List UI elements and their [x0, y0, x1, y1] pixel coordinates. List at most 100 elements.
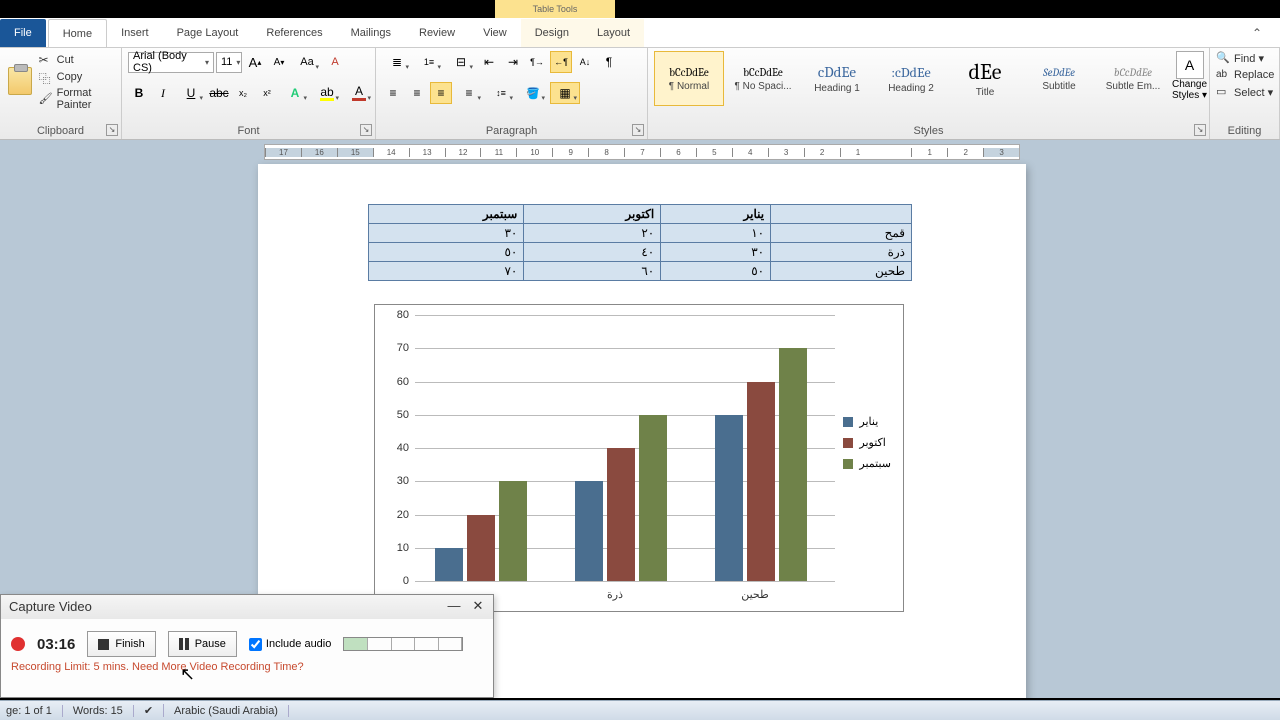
copy-icon [39, 70, 53, 84]
bar-ذرة-سبتمبر[interactable] [639, 415, 667, 581]
style-item-5[interactable]: SeDdEeSubtitle [1024, 51, 1094, 106]
tab-review[interactable]: Review [405, 19, 469, 47]
status-language[interactable]: Arabic (Saudi Arabia) [174, 705, 289, 717]
numbering-button[interactable] [414, 51, 444, 73]
rtl-button[interactable] [550, 51, 572, 73]
replace-button[interactable]: Replace [1216, 68, 1274, 82]
text-effects-button[interactable]: A [280, 82, 310, 104]
bar-ذرة-يناير[interactable] [575, 481, 603, 581]
style-item-1[interactable]: bCcDdEe¶ No Spaci... [728, 51, 798, 106]
status-page[interactable]: ge: 1 of 1 [6, 705, 63, 717]
change-styles-icon: A [1176, 51, 1204, 79]
style-item-3[interactable]: :cDdEeHeading 2 [876, 51, 946, 106]
clear-formatting-button[interactable] [324, 51, 346, 73]
pause-label: Pause [195, 638, 226, 650]
tab-page-layout[interactable]: Page Layout [163, 19, 253, 47]
shading-button[interactable] [518, 82, 548, 104]
chart[interactable]: 01020304050607080ذرةطحين ينايراكتوبرسبتم… [374, 304, 904, 612]
recording-indicator-icon [11, 637, 25, 651]
tab-mailings[interactable]: Mailings [337, 19, 405, 47]
tab-view[interactable]: View [469, 19, 521, 47]
bar-قمح-اكتوبر[interactable] [467, 515, 495, 582]
find-label: Find ▾ [1234, 52, 1264, 65]
tab-file[interactable]: File [0, 19, 46, 47]
subscript-button[interactable]: x [232, 82, 254, 104]
copy-button[interactable]: Copy [39, 70, 115, 84]
sort-button[interactable] [574, 51, 596, 73]
group-clipboard: Cut Copy Format Painter Clipboard ↘ [0, 48, 122, 139]
select-icon [1216, 85, 1230, 99]
include-audio-checkbox[interactable]: Include audio [249, 638, 331, 651]
status-proofing[interactable]: ✔ [144, 704, 164, 717]
change-case-button[interactable] [292, 51, 322, 73]
style-item-0[interactable]: bCcDdEe¶ Normal [654, 51, 724, 106]
bar-قمح-سبتمبر[interactable] [499, 481, 527, 581]
align-justify-button[interactable] [454, 82, 484, 104]
font-launcher[interactable]: ↘ [360, 124, 372, 136]
tab-design[interactable]: Design [521, 19, 583, 47]
clipboard-group-label: Clipboard [6, 123, 115, 139]
align-center-button[interactable] [406, 82, 428, 104]
italic-button[interactable]: I [152, 82, 174, 104]
paste-button[interactable] [6, 51, 35, 111]
font-color-button[interactable]: A [344, 82, 374, 104]
change-styles-button[interactable]: A Change Styles ▾ [1172, 51, 1207, 101]
bar-طحين-يناير[interactable] [715, 415, 743, 581]
close-button[interactable]: ✕ [469, 598, 487, 616]
finish-button[interactable]: Finish [87, 631, 155, 657]
decrease-indent-button[interactable] [478, 51, 500, 73]
format-painter-button[interactable]: Format Painter [39, 87, 115, 111]
increase-indent-button[interactable] [502, 51, 524, 73]
select-button[interactable]: Select ▾ [1216, 85, 1274, 99]
underline-button[interactable]: U [176, 82, 206, 104]
contextual-tab-group: Table Tools [495, 0, 615, 18]
bar-طحين-سبتمبر[interactable] [779, 348, 807, 581]
minimize-button[interactable]: — [445, 598, 463, 616]
pause-button[interactable]: Pause [168, 631, 237, 657]
tab-home[interactable]: Home [48, 19, 107, 47]
data-table[interactable]: سبتمبراكتوبريناير٣٠٢٠١٠قمح٥٠٤٠٣٠ذرة٧٠٦٠٥… [368, 204, 912, 281]
style-item-2[interactable]: cDdEeHeading 1 [802, 51, 872, 106]
capture-title-bar[interactable]: Capture Video — ✕ [1, 595, 493, 619]
cut-button[interactable]: Cut [39, 53, 115, 67]
bar-ذرة-اكتوبر[interactable] [607, 448, 635, 581]
shrink-font-button[interactable] [268, 51, 290, 73]
align-left-button[interactable] [382, 82, 404, 104]
horizontal-ruler[interactable]: 1716151413121110987654321123 [264, 144, 1020, 160]
tab-references[interactable]: References [252, 19, 336, 47]
line-spacing-button[interactable] [486, 82, 516, 104]
strikethrough-button[interactable]: abc [208, 82, 230, 104]
style-item-4[interactable]: dEeTitle [950, 51, 1020, 106]
stop-icon [98, 639, 109, 650]
paragraph-launcher[interactable]: ↘ [632, 124, 644, 136]
recording-limit-message[interactable]: Recording Limit: 5 mins. Need More Video… [1, 661, 493, 673]
superscript-button[interactable]: x [256, 82, 278, 104]
chart-legend: ينايراكتوبرسبتمبر [843, 415, 891, 478]
tab-layout[interactable]: Layout [583, 19, 644, 47]
ltr-button[interactable] [526, 51, 548, 73]
borders-button[interactable] [550, 82, 580, 104]
grow-font-button[interactable] [244, 51, 266, 73]
multilevel-button[interactable] [446, 51, 476, 73]
styles-launcher[interactable]: ↘ [1194, 124, 1206, 136]
group-paragraph: Paragraph ↘ [376, 48, 648, 139]
styles-group-label: Styles [654, 123, 1203, 139]
bar-طحين-اكتوبر[interactable] [747, 382, 775, 582]
font-name-combo[interactable]: Arial (Body CS)▾ [128, 52, 214, 73]
font-size-combo[interactable]: 11▾ [216, 52, 242, 73]
show-hide-button[interactable] [598, 51, 620, 73]
status-bar: ge: 1 of 1 Words: 15 ✔ Arabic (Saudi Ara… [0, 700, 1280, 720]
bar-قمح-يناير[interactable] [435, 548, 463, 581]
status-words[interactable]: Words: 15 [73, 705, 134, 717]
bold-button[interactable]: B [128, 82, 150, 104]
highlight-button[interactable]: ab [312, 82, 342, 104]
style-item-6[interactable]: bCcDdEeSubtle Em... [1098, 51, 1168, 106]
style-gallery[interactable]: bCcDdEe¶ NormalbCcDdEe¶ No Spaci...cDdEe… [654, 51, 1168, 109]
change-styles-label: Change Styles ▾ [1172, 79, 1207, 101]
align-right-button[interactable] [430, 82, 452, 104]
clipboard-launcher[interactable]: ↘ [106, 124, 118, 136]
tab-insert[interactable]: Insert [107, 19, 163, 47]
bullets-button[interactable] [382, 51, 412, 73]
minimize-ribbon-button[interactable]: ⌃ [1252, 26, 1262, 40]
find-button[interactable]: Find ▾ [1216, 51, 1274, 65]
